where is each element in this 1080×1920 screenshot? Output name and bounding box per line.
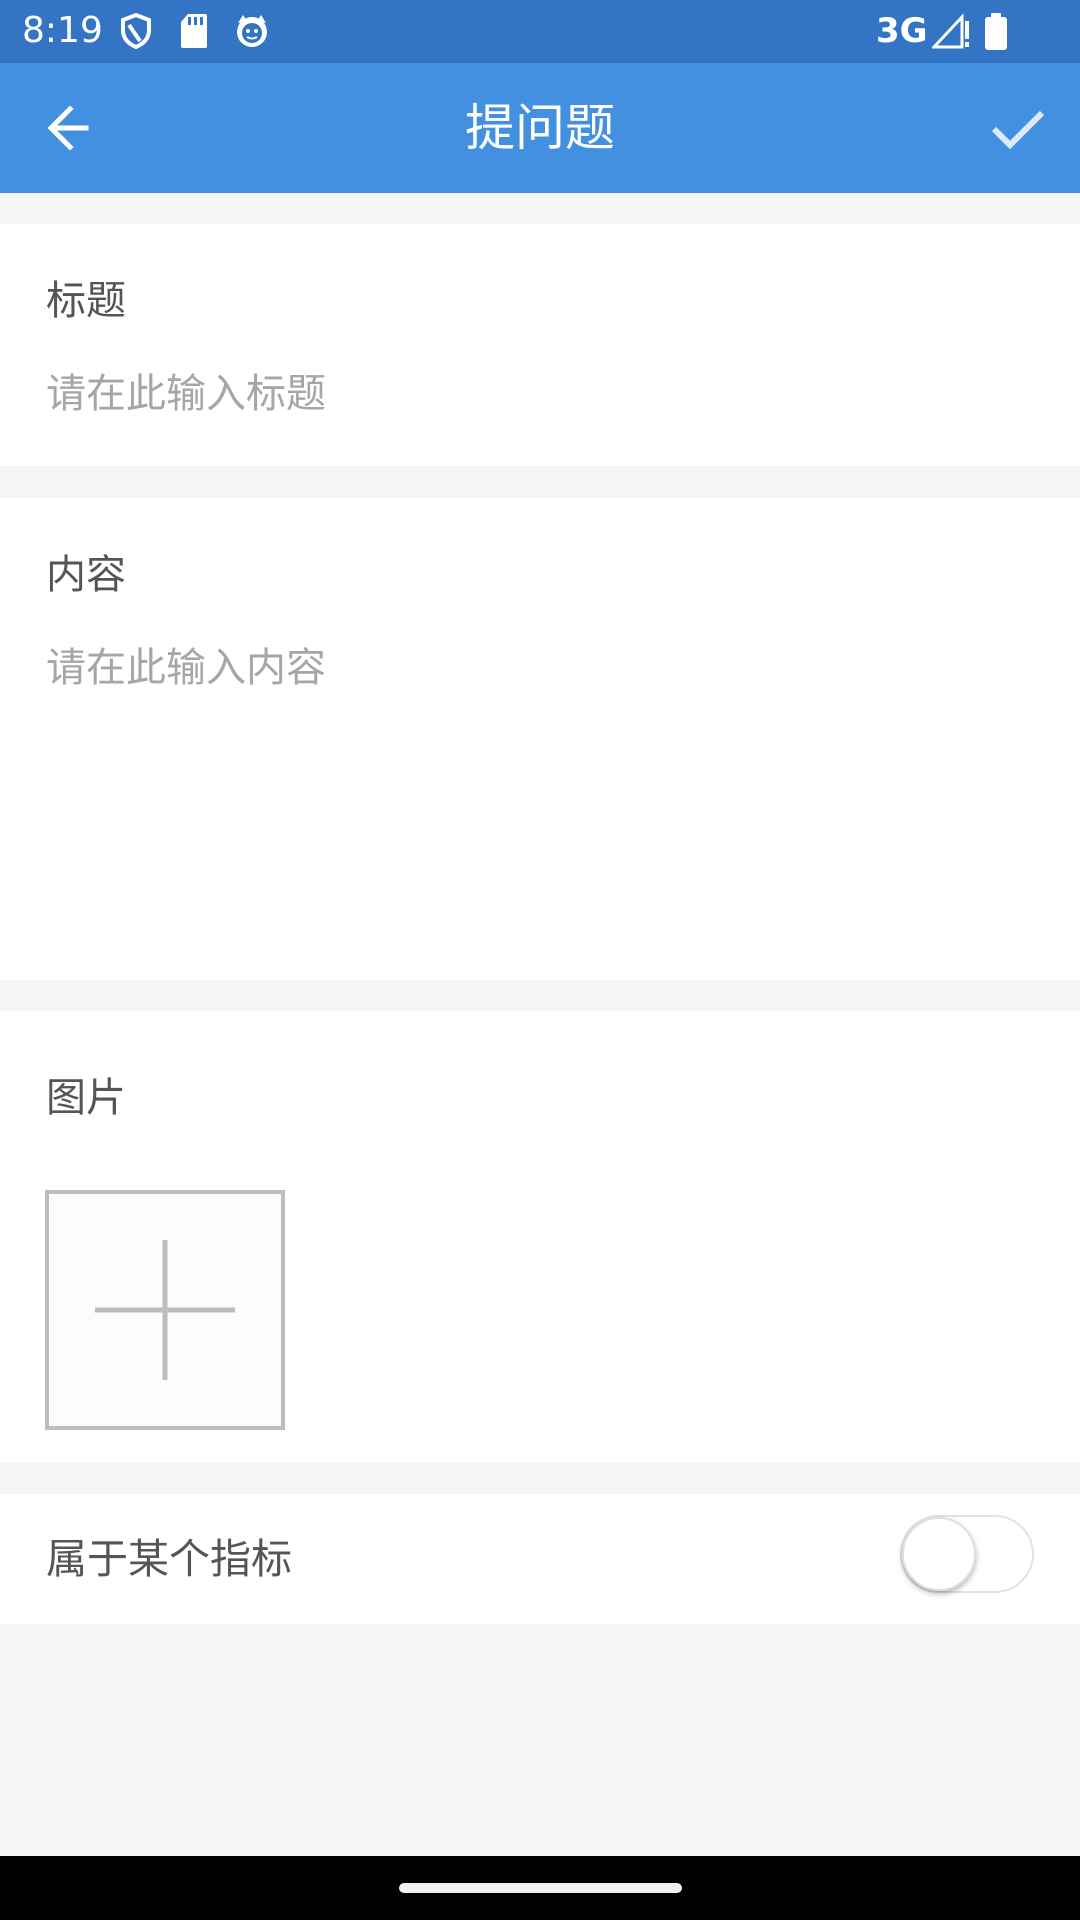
content-label: 内容 (46, 552, 126, 598)
add-image-button[interactable] (45, 1190, 285, 1430)
page-title: 提问题 (465, 99, 615, 157)
indicator-section: 属于某个指标 (0, 1494, 1080, 1624)
confirm-button[interactable] (974, 95, 1064, 161)
shield-icon (121, 13, 151, 49)
toggle-thumb (902, 1517, 976, 1591)
content-section: 内容 (0, 498, 1080, 980)
check-icon (991, 110, 1045, 150)
app-bar: 提问题 (0, 63, 1080, 193)
image-label: 图片 (46, 1075, 126, 1121)
navigation-bar (0, 1856, 1080, 1920)
indicator-toggle[interactable] (900, 1515, 1034, 1593)
title-section: 标题 (0, 224, 1080, 466)
plus-icon (95, 1240, 235, 1380)
signal-icon (932, 13, 969, 49)
content-input[interactable] (46, 642, 1026, 942)
indicator-label: 属于某个指标 (46, 1535, 292, 1583)
title-label: 标题 (46, 278, 126, 324)
home-handle[interactable] (399, 1883, 682, 1893)
battery-icon (985, 13, 1007, 50)
status-time: 8:19 (22, 10, 103, 51)
image-section: 图片 (0, 1011, 1080, 1463)
network-type: 3G (876, 11, 928, 51)
status-bar: 8:19 3G (0, 0, 1080, 63)
sd-card-icon (181, 14, 207, 48)
cat-face-icon (237, 15, 267, 47)
title-input[interactable] (46, 368, 1026, 420)
